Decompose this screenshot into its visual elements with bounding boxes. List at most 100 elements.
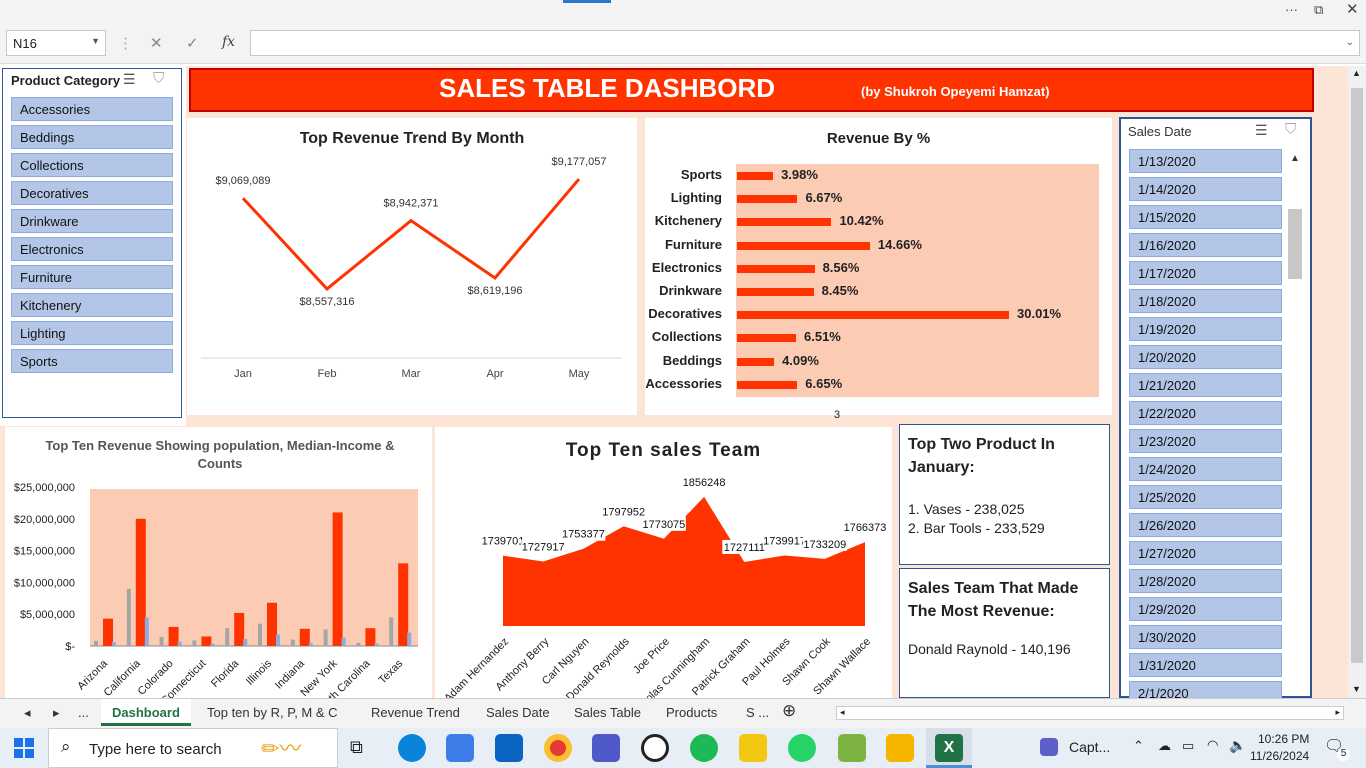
mail-icon[interactable] [495,734,523,762]
column-bar [267,602,277,646]
horizontal-scrollbar[interactable]: ◂ ▸ [836,706,1344,720]
slicer-item[interactable]: 1/31/2020 [1129,653,1282,677]
whatsapp-icon[interactable] [788,734,816,762]
slicer-item[interactable]: 1/19/2020 [1129,317,1282,341]
chatgpt-icon[interactable] [641,734,669,762]
slicer-item[interactable]: 1/24/2020 [1129,457,1282,481]
slicer-item[interactable]: 1/30/2020 [1129,625,1282,649]
data-label: 1753377 [561,526,606,541]
add-sheet-icon[interactable]: ⊕ [782,701,796,721]
formula-input[interactable]: ⌄ [250,30,1360,56]
tab-top-ten[interactable]: Top ten by R, P, M & C [207,705,338,720]
slicer-item[interactable]: Furniture [11,265,173,289]
capture-app-icon[interactable] [1040,738,1058,756]
clear-filter-icon[interactable]: ⛉ [153,70,164,87]
name-box[interactable]: N16 ▼ [6,30,106,56]
multi-select-icon[interactable]: ☰ [1255,122,1268,139]
snipping-tool-icon[interactable] [838,734,866,762]
function-icon[interactable]: fx [222,34,235,50]
slicer-item[interactable]: 1/21/2020 [1129,373,1282,397]
slicer-item[interactable]: Beddings [11,125,173,149]
chrome-icon[interactable] [544,734,572,762]
slicer-item[interactable]: 1/23/2020 [1129,429,1282,453]
scroll-down-icon[interactable]: ▼ [1352,684,1361,694]
slicer-item[interactable]: Lighting [11,321,173,345]
bar [737,172,774,180]
store-icon[interactable] [446,734,474,762]
tab-dashboard[interactable]: Dashboard [101,699,191,726]
slicer-item[interactable]: 1/13/2020 [1129,149,1282,173]
column-bar [159,637,164,646]
close-icon[interactable]: ✕ [1346,0,1359,18]
scroll-left-icon[interactable]: ◂ [840,707,845,718]
tab-overflow[interactable]: ... [78,705,89,720]
bar-category-label: Electronics [651,259,722,275]
expand-icon[interactable]: ⌄ [1346,37,1354,48]
slicer-item[interactable]: Sports [11,349,173,373]
slicer-item[interactable]: Accessories [11,97,173,121]
slicer-item[interactable]: 1/15/2020 [1129,205,1282,229]
slicer-item[interactable]: 1/22/2020 [1129,401,1282,425]
bar [737,311,1009,320]
scroll-right-icon[interactable]: ▸ [1335,707,1340,718]
search-box[interactable]: ⌕ Type here to search ✏〰 [48,728,338,768]
scroll-thumb[interactable] [1351,88,1363,663]
task-view-icon[interactable]: ⧉ [350,737,363,758]
powerbi-icon[interactable] [739,734,767,762]
tab-sales-date[interactable]: Sales Date [486,705,550,720]
tab-prev-icon[interactable]: ◂ [24,705,31,721]
scroll-up-icon[interactable]: ▲ [1290,153,1300,164]
restore-icon[interactable]: ⧉ [1314,2,1323,18]
wifi-icon[interactable]: ◠ [1207,737,1218,753]
spotify-icon[interactable] [690,734,718,762]
enter-icon[interactable]: ✓ [186,34,199,52]
clear-filter-icon[interactable]: ⛉ [1285,121,1296,138]
multi-select-icon[interactable]: ☰ [123,71,136,88]
slicer-item[interactable]: 1/18/2020 [1129,289,1282,313]
slicer-item[interactable]: Kitchenery [11,293,173,317]
slicer-item[interactable]: Drinkware [11,209,173,233]
slicer-item[interactable]: 1/26/2020 [1129,513,1282,537]
tab-more[interactable]: S ... [746,705,769,720]
file-explorer-icon[interactable] [886,734,914,762]
slicer-item[interactable]: Decoratives [11,181,173,205]
chevron-down-icon[interactable]: ▼ [91,36,100,46]
capture-label[interactable]: Capt... [1069,739,1110,755]
edge-icon[interactable] [398,734,426,762]
column-bar [243,639,248,646]
slicer-scroll-thumb[interactable] [1288,209,1302,279]
volume-icon[interactable]: 🔈 [1229,737,1246,754]
slicer-item[interactable]: 1/16/2020 [1129,233,1282,257]
windows-start-icon[interactable] [14,738,34,758]
vertical-scrollbar[interactable]: ▲ ▼ [1348,66,1366,698]
sales-team-chart[interactable]: Top Ten sales Team 1739701 Adam Hernandez… [435,427,892,698]
network-icon[interactable]: ☁ [1158,738,1171,754]
slicer-item[interactable]: Electronics [11,237,173,261]
slicer-item[interactable]: 1/14/2020 [1129,177,1282,201]
revenue-percent-chart[interactable]: Revenue By % Sports 3.98% Lighting 6.67% Kit… [645,118,1112,415]
top-ten-revenue-chart[interactable]: Top Ten Revenue Showing population, Medi… [5,427,432,698]
tab-sales-table[interactable]: Sales Table [574,705,641,720]
clock-time[interactable]: 10:26 PM [1258,732,1309,746]
slicer-item[interactable]: 1/27/2020 [1129,541,1282,565]
clock-date[interactable]: 11/26/2024 [1250,749,1309,763]
slicer-item[interactable]: 1/17/2020 [1129,261,1282,285]
slicer-item[interactable]: 1/29/2020 [1129,597,1282,621]
slicer-item[interactable]: 1/28/2020 [1129,569,1282,593]
slicer-item[interactable]: Collections [11,153,173,177]
svg-text:1727111: 1727111 [724,542,765,554]
tab-revenue-trend[interactable]: Revenue Trend [371,705,460,720]
revenue-trend-chart[interactable]: Top Revenue Trend By Month $9,069,089 Jan… [187,118,637,415]
excel-taskbar-button[interactable]: X [926,728,972,768]
tab-next-icon[interactable]: ▸ [53,705,60,721]
cancel-icon[interactable]: ✕ [150,34,163,52]
slicer-item[interactable]: 1/25/2020 [1129,485,1282,509]
tab-products[interactable]: Products [666,705,717,720]
chevron-up-icon[interactable]: ⌃ [1133,738,1144,754]
slicer-item[interactable]: 1/20/2020 [1129,345,1282,369]
teams-icon[interactable] [592,734,620,762]
more-icon[interactable]: ··· [1285,2,1298,17]
battery-icon[interactable]: ▭ [1182,738,1194,754]
scroll-up-icon[interactable]: ▲ [1352,68,1361,78]
slicer-item[interactable]: 2/1/2020 [1129,681,1282,699]
